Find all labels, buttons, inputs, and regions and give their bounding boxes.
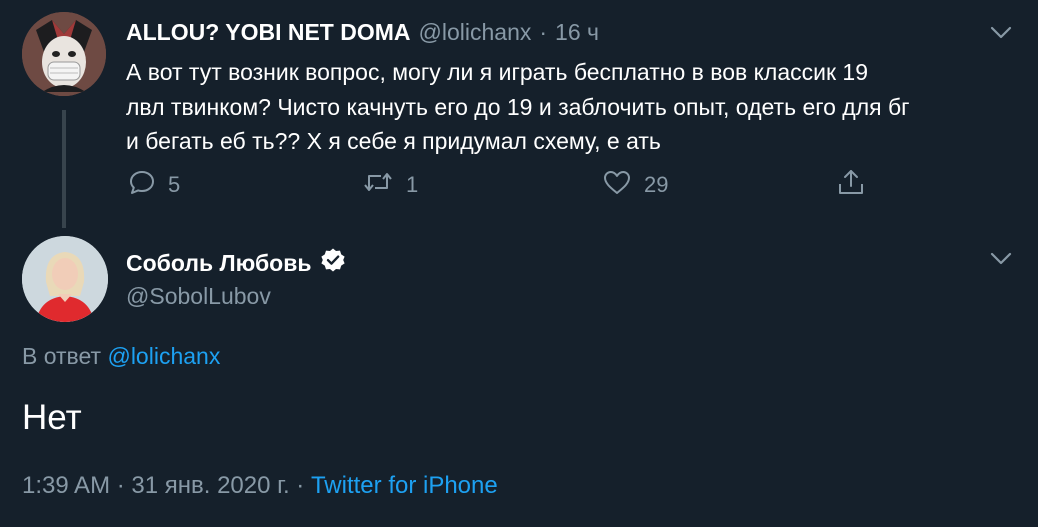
reply-to-handle-link[interactable]: @lolichanx (107, 343, 220, 369)
share-button[interactable] (836, 168, 866, 202)
tweet2-author-handle[interactable]: @SobolLubov (126, 283, 271, 310)
reply-count: 5 (168, 172, 181, 197)
tweet2-source-link[interactable]: Twitter for iPhone (311, 472, 498, 499)
tweet2-author-name[interactable]: Соболь Любовь (126, 250, 312, 277)
tweet2-author-name-row: Соболь Любовь (126, 248, 346, 278)
tweet2-timestamp[interactable]: 1:39 AM · 31 янв. 2020 г. · (22, 472, 304, 499)
tweet1-header: ALLOU? YOBI NET DOMA @lolichanx · 16 ч (126, 17, 599, 47)
tweet1-text-line: лвл твинком? Чисто качнуть его до 19 и з… (126, 93, 910, 120)
retweet-button[interactable]: 1 (362, 168, 418, 202)
reply-button[interactable]: 5 (128, 168, 180, 202)
like-count: 29 (644, 172, 669, 197)
verified-badge-icon (320, 247, 346, 279)
tweet1-text-line: А вот тут возник вопрос, могу ли я играт… (126, 59, 869, 85)
tweet2-meta: 1:39 AM · 31 янв. 2020 г. · Twitter for … (22, 472, 498, 500)
tweet1-text: А вот тут возник вопрос, могу ли я играт… (126, 55, 1026, 159)
avatar-lolichanx[interactable] (22, 12, 106, 96)
tweet1-author-handle[interactable]: @lolichanx (419, 19, 532, 46)
tweet2-text: Нет (22, 398, 82, 437)
chevron-down-icon[interactable] (990, 26, 1012, 40)
retweet-icon (362, 168, 394, 202)
reply-context: В ответ @lolichanx (22, 343, 220, 370)
reply-prefix: В ответ (22, 343, 102, 369)
share-icon (836, 167, 866, 203)
tweet1-author-name[interactable]: ALLOU? YOBI NET DOMA (126, 19, 411, 46)
avatar-sobollubov[interactable] (22, 236, 108, 322)
retweet-count: 1 (406, 172, 419, 197)
tweet1-text-line: и бегать еб ть?? Х я себе я придумал схе… (126, 128, 661, 154)
like-button[interactable]: 29 (602, 168, 668, 202)
reply-icon (128, 168, 156, 202)
thread-connector (62, 110, 66, 228)
tweet1-separator: · (539, 18, 548, 45)
tweet1-timestamp[interactable]: 16 ч (555, 19, 599, 46)
chevron-down-icon[interactable] (990, 252, 1012, 266)
like-icon (602, 168, 632, 202)
